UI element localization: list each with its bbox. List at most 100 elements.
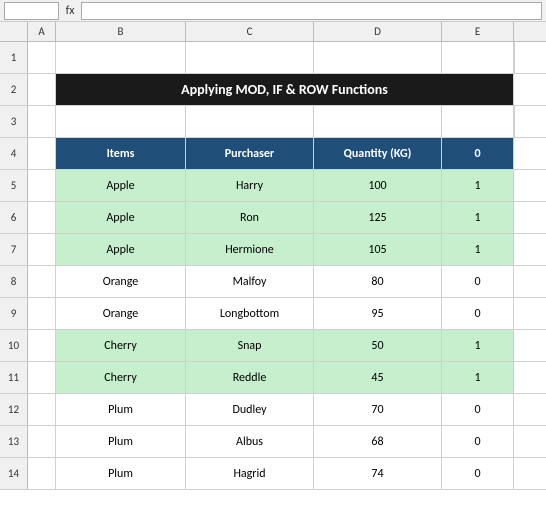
data-cell-3[interactable]: 0 [442, 266, 514, 297]
data-cell-0[interactable]: Plum [56, 426, 186, 457]
data-cell-3[interactable]: 0 [442, 298, 514, 329]
col-header-a: A [28, 22, 56, 41]
data-cell-3[interactable]: 0 [442, 458, 514, 489]
table-row: 5 AppleHarry1001 [0, 170, 546, 202]
cell-a[interactable] [28, 298, 56, 329]
data-cell-0[interactable] [56, 42, 186, 73]
row-number: 9 [0, 298, 28, 329]
data-cell-2[interactable]: 95 [314, 298, 442, 329]
cell-a[interactable] [28, 74, 56, 105]
data-cell-1[interactable]: Hermione [186, 234, 314, 265]
data-cell-1[interactable]: Harry [186, 170, 314, 201]
data-cell-3[interactable] [442, 106, 514, 137]
data-cell-3[interactable]: 1 [442, 330, 514, 361]
header-cell-3: 0 [442, 138, 514, 169]
cell-a[interactable] [28, 426, 56, 457]
col-header-b: B [56, 22, 186, 41]
cell-a[interactable] [28, 362, 56, 393]
cell-a[interactable] [28, 202, 56, 233]
data-cell-2[interactable] [314, 106, 442, 137]
data-cell-0[interactable]: Apple [56, 202, 186, 233]
cell-a[interactable] [28, 330, 56, 361]
table-row: 4ItemsPurchaserQuantity (KG)0 [0, 138, 546, 170]
row-number: 10 [0, 330, 28, 361]
data-cell-2[interactable]: 74 [314, 458, 442, 489]
data-cell-1[interactable]: Albus [186, 426, 314, 457]
table-row: 10 CherrySnap501 [0, 330, 546, 362]
cell-a[interactable] [28, 266, 56, 297]
fx-icon: fx [63, 4, 77, 18]
data-cell-3[interactable]: 1 [442, 202, 514, 233]
data-cell-3[interactable]: 1 [442, 362, 514, 393]
cell-a[interactable] [28, 458, 56, 489]
header-cell-2: Quantity (KG) [314, 138, 442, 169]
table-row: 1 [0, 42, 546, 74]
top-bar: fx [0, 0, 546, 22]
data-cell-0[interactable]: Apple [56, 170, 186, 201]
table-row: 7 AppleHermione1051 [0, 234, 546, 266]
data-cell-0[interactable]: Plum [56, 458, 186, 489]
column-headers: A B C D E [0, 22, 546, 42]
table-row: 2Applying MOD, IF & ROW Functions [0, 74, 546, 106]
row-number: 7 [0, 234, 28, 265]
row-number: 12 [0, 394, 28, 425]
data-cell-2[interactable]: 50 [314, 330, 442, 361]
data-cell-0[interactable] [56, 106, 186, 137]
data-cell-2[interactable]: 100 [314, 170, 442, 201]
data-cell-2[interactable]: 70 [314, 394, 442, 425]
data-cell-1[interactable]: Snap [186, 330, 314, 361]
data-cell-0[interactable]: Apple [56, 234, 186, 265]
data-cell-0[interactable]: Orange [56, 266, 186, 297]
data-cell-1[interactable]: Reddle [186, 362, 314, 393]
cell-a[interactable] [28, 42, 56, 73]
cell-a[interactable] [28, 234, 56, 265]
data-cell-2[interactable]: 105 [314, 234, 442, 265]
data-cell-2[interactable]: 45 [314, 362, 442, 393]
data-cell-0[interactable]: Plum [56, 394, 186, 425]
data-cell-0[interactable]: Cherry [56, 330, 186, 361]
row-number: 8 [0, 266, 28, 297]
cell-a[interactable] [28, 106, 56, 137]
data-cell-0[interactable]: Orange [56, 298, 186, 329]
grid: 12Applying MOD, IF & ROW Functions34Item… [0, 42, 546, 505]
data-cell-3[interactable]: 0 [442, 394, 514, 425]
data-cell-2[interactable]: 125 [314, 202, 442, 233]
cell-a[interactable] [28, 138, 56, 169]
data-cell-1[interactable]: Dudley [186, 394, 314, 425]
data-cell-2[interactable] [314, 42, 442, 73]
table-row: 8 OrangeMalfoy800 [0, 266, 546, 298]
data-cell-1[interactable] [186, 106, 314, 137]
row-number: 3 [0, 106, 28, 137]
row-number: 13 [0, 426, 28, 457]
table-row: 9 OrangeLongbottom950 [0, 298, 546, 330]
data-cell-0[interactable]: Cherry [56, 362, 186, 393]
data-cell-1[interactable]: Ron [186, 202, 314, 233]
row-number: 4 [0, 138, 28, 169]
table-row: 11 CherryReddle451 [0, 362, 546, 394]
data-cell-2[interactable]: 80 [314, 266, 442, 297]
data-cell-1[interactable] [186, 42, 314, 73]
data-cell-3[interactable]: 1 [442, 170, 514, 201]
data-cell-3[interactable]: 0 [442, 426, 514, 457]
row-number: 14 [0, 458, 28, 489]
data-cell-1[interactable]: Malfoy [186, 266, 314, 297]
row-number: 5 [0, 170, 28, 201]
row-number: 11 [0, 362, 28, 393]
cell-a[interactable] [28, 170, 56, 201]
header-cell-1: Purchaser [186, 138, 314, 169]
data-cell-2[interactable]: 68 [314, 426, 442, 457]
data-cell-1[interactable]: Longbottom [186, 298, 314, 329]
data-cell-3[interactable]: 1 [442, 234, 514, 265]
data-cell-3[interactable] [442, 42, 514, 73]
data-cell-1[interactable]: Hagrid [186, 458, 314, 489]
table-row: 3 [0, 106, 546, 138]
data-cell-4[interactable] [514, 42, 515, 73]
col-header-d: D [314, 22, 442, 41]
name-box[interactable] [4, 2, 59, 20]
row-number: 6 [0, 202, 28, 233]
row-number: 2 [0, 74, 28, 105]
data-cell-4[interactable] [514, 106, 515, 137]
formula-bar[interactable] [81, 2, 542, 20]
table-row: 12 PlumDudley700 [0, 394, 546, 426]
cell-a[interactable] [28, 394, 56, 425]
